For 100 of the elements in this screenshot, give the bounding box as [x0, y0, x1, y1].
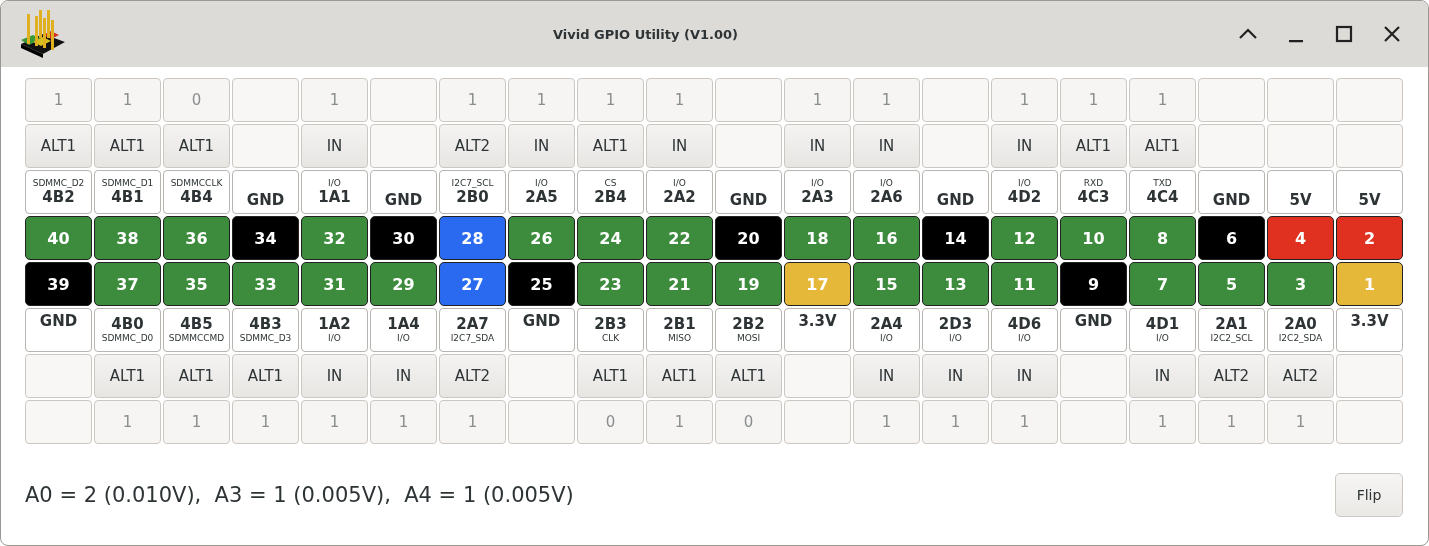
- pin-number[interactable]: 23: [577, 262, 644, 306]
- pin-number[interactable]: 15: [853, 262, 920, 306]
- empty-button[interactable]: [784, 400, 851, 444]
- mode-button[interactable]: IN: [301, 354, 368, 398]
- empty-button[interactable]: [370, 124, 437, 168]
- pin-number[interactable]: 25: [508, 262, 575, 306]
- pin-number[interactable]: 26: [508, 216, 575, 260]
- mode-button[interactable]: ALT2: [439, 124, 506, 168]
- value-button[interactable]: 1: [301, 78, 368, 122]
- value-button[interactable]: 1: [1060, 78, 1127, 122]
- mode-button[interactable]: IN: [922, 354, 989, 398]
- mode-button[interactable]: IN: [784, 124, 851, 168]
- value-button[interactable]: 1: [94, 78, 161, 122]
- mode-button[interactable]: ALT1: [163, 354, 230, 398]
- value-button[interactable]: 1: [1129, 400, 1196, 444]
- pin-number[interactable]: 33: [232, 262, 299, 306]
- value-button[interactable]: 1: [991, 78, 1058, 122]
- value-button[interactable]: 1: [646, 78, 713, 122]
- value-button[interactable]: 1: [1198, 400, 1265, 444]
- mode-button[interactable]: IN: [646, 124, 713, 168]
- pin-number[interactable]: 37: [94, 262, 161, 306]
- empty-button[interactable]: [1267, 78, 1334, 122]
- value-button[interactable]: 1: [439, 78, 506, 122]
- value-button[interactable]: 1: [577, 78, 644, 122]
- mode-button[interactable]: ALT1: [1060, 124, 1127, 168]
- value-button[interactable]: 1: [1267, 400, 1334, 444]
- empty-button[interactable]: [922, 78, 989, 122]
- empty-button[interactable]: [25, 354, 92, 398]
- empty-button[interactable]: [715, 124, 782, 168]
- value-button[interactable]: 1: [25, 78, 92, 122]
- pin-number[interactable]: 2: [1336, 216, 1403, 260]
- mode-button[interactable]: ALT2: [1267, 354, 1334, 398]
- mode-button[interactable]: ALT1: [646, 354, 713, 398]
- empty-button[interactable]: [370, 78, 437, 122]
- empty-button[interactable]: [232, 78, 299, 122]
- pin-number[interactable]: 34: [232, 216, 299, 260]
- pin-number[interactable]: 32: [301, 216, 368, 260]
- empty-button[interactable]: [1060, 400, 1127, 444]
- pin-number[interactable]: 4: [1267, 216, 1334, 260]
- pin-number[interactable]: 39: [25, 262, 92, 306]
- pin-number[interactable]: 12: [991, 216, 1058, 260]
- pin-number[interactable]: 3: [1267, 262, 1334, 306]
- mode-button[interactable]: ALT2: [439, 354, 506, 398]
- mode-button[interactable]: ALT2: [1198, 354, 1265, 398]
- pin-number[interactable]: 22: [646, 216, 713, 260]
- pin-number[interactable]: 18: [784, 216, 851, 260]
- value-button[interactable]: 1: [163, 400, 230, 444]
- value-button[interactable]: 0: [163, 78, 230, 122]
- empty-button[interactable]: [1336, 400, 1403, 444]
- pin-number[interactable]: 13: [922, 262, 989, 306]
- pin-number[interactable]: 28: [439, 216, 506, 260]
- value-button[interactable]: 1: [370, 400, 437, 444]
- pin-number[interactable]: 8: [1129, 216, 1196, 260]
- empty-button[interactable]: [1336, 354, 1403, 398]
- value-button[interactable]: 1: [232, 400, 299, 444]
- pin-number[interactable]: 16: [853, 216, 920, 260]
- value-button[interactable]: 0: [715, 400, 782, 444]
- value-button[interactable]: 1: [1129, 78, 1196, 122]
- mode-button[interactable]: ALT1: [163, 124, 230, 168]
- mode-button[interactable]: ALT1: [94, 354, 161, 398]
- mode-button[interactable]: ALT1: [577, 354, 644, 398]
- pin-number[interactable]: 7: [1129, 262, 1196, 306]
- empty-button[interactable]: [508, 354, 575, 398]
- value-button[interactable]: 1: [922, 400, 989, 444]
- mode-button[interactable]: IN: [991, 354, 1058, 398]
- pin-number[interactable]: 14: [922, 216, 989, 260]
- value-button[interactable]: 1: [784, 78, 851, 122]
- mode-button[interactable]: IN: [301, 124, 368, 168]
- pin-number[interactable]: 36: [163, 216, 230, 260]
- mode-button[interactable]: IN: [853, 354, 920, 398]
- empty-button[interactable]: [1336, 124, 1403, 168]
- empty-button[interactable]: [25, 400, 92, 444]
- pin-number[interactable]: 31: [301, 262, 368, 306]
- empty-button[interactable]: [232, 124, 299, 168]
- empty-button[interactable]: [922, 124, 989, 168]
- empty-button[interactable]: [1198, 78, 1265, 122]
- pin-number[interactable]: 21: [646, 262, 713, 306]
- pin-number[interactable]: 10: [1060, 216, 1127, 260]
- value-button[interactable]: 1: [646, 400, 713, 444]
- pin-number[interactable]: 30: [370, 216, 437, 260]
- empty-button[interactable]: [508, 400, 575, 444]
- pin-number[interactable]: 38: [94, 216, 161, 260]
- empty-button[interactable]: [1060, 354, 1127, 398]
- value-button[interactable]: 1: [853, 400, 920, 444]
- empty-button[interactable]: [1336, 78, 1403, 122]
- mode-button[interactable]: ALT1: [232, 354, 299, 398]
- pin-number[interactable]: 6: [1198, 216, 1265, 260]
- pin-number[interactable]: 24: [577, 216, 644, 260]
- value-button[interactable]: 1: [439, 400, 506, 444]
- value-button[interactable]: 1: [991, 400, 1058, 444]
- empty-button[interactable]: [1198, 124, 1265, 168]
- pin-number[interactable]: 5: [1198, 262, 1265, 306]
- mode-button[interactable]: IN: [1129, 354, 1196, 398]
- value-button[interactable]: 1: [301, 400, 368, 444]
- mode-button[interactable]: IN: [991, 124, 1058, 168]
- mode-button[interactable]: ALT1: [577, 124, 644, 168]
- mode-button[interactable]: ALT1: [94, 124, 161, 168]
- mode-button[interactable]: IN: [853, 124, 920, 168]
- empty-button[interactable]: [784, 354, 851, 398]
- mode-button[interactable]: IN: [508, 124, 575, 168]
